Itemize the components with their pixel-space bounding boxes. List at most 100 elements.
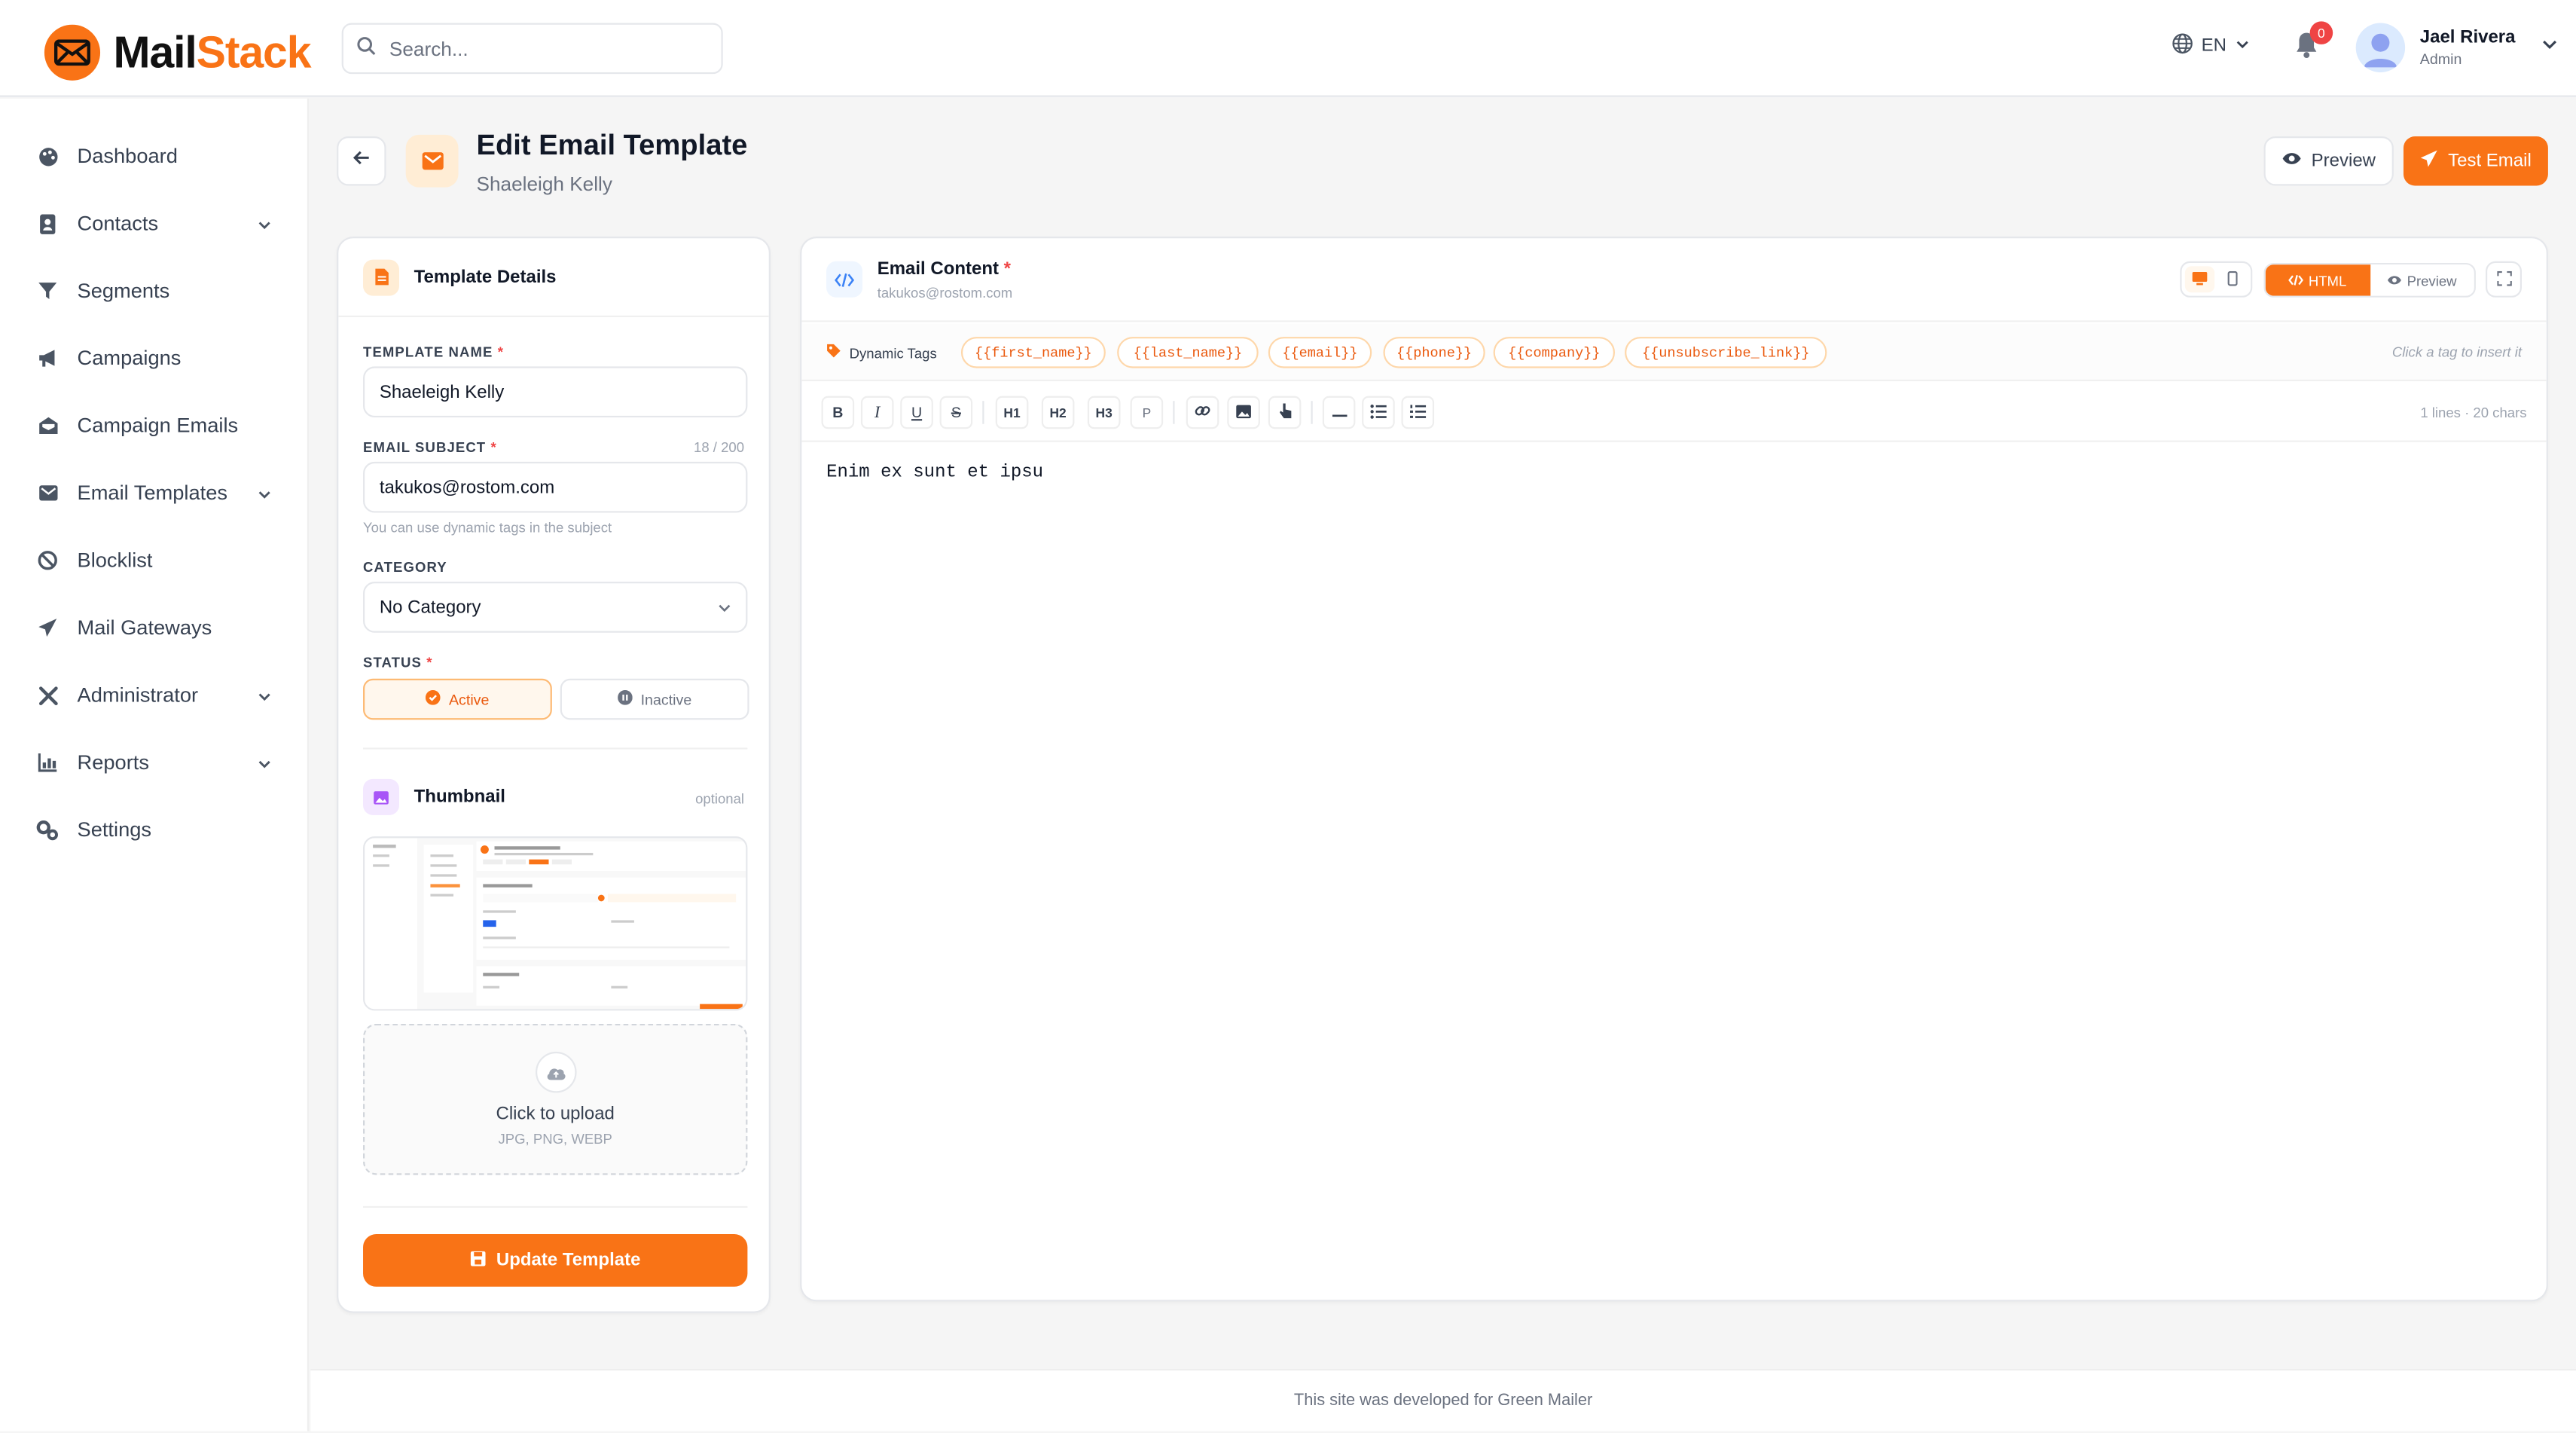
subject-hint: You can use dynamic tags in the subject — [363, 519, 612, 536]
list-ul-icon — [1370, 403, 1387, 421]
tag-phone[interactable]: {{phone}} — [1383, 337, 1485, 368]
preview-button[interactable]: Preview — [2263, 136, 2394, 186]
insert-button-button[interactable] — [1268, 396, 1302, 429]
sidebar-item-campaign-emails[interactable]: Campaign Emails — [36, 408, 282, 444]
italic-button[interactable]: I — [860, 396, 894, 429]
cloud-upload-icon — [536, 1051, 577, 1093]
language-selector[interactable]: EN — [2172, 33, 2251, 60]
filter-icon — [36, 280, 60, 303]
dynamic-tags-bar: Dynamic Tags {{first_name}} {{last_name}… — [801, 323, 2547, 382]
search-input[interactable] — [389, 37, 685, 60]
sidebar-item-contacts[interactable]: Contacts — [36, 206, 282, 242]
footer-text: This site was developed for Green Mailer — [1293, 1392, 1593, 1410]
brand-name: MailStack — [113, 26, 311, 77]
chevron-down-icon — [2540, 33, 2559, 63]
tag-email[interactable]: {{email}} — [1268, 337, 1372, 368]
sidebar-item-administrator[interactable]: Administrator — [36, 677, 282, 713]
sidebar-item-mail-gateways[interactable]: Mail Gateways — [36, 610, 282, 646]
code-icon — [826, 261, 863, 298]
page-title: Edit Email Template — [476, 128, 748, 161]
notifications-button[interactable]: 0 — [2294, 21, 2333, 64]
email-content-title: Email Content * — [877, 259, 1012, 280]
category-value: No Category — [379, 597, 481, 618]
preview-mode-button[interactable]: Preview — [2370, 264, 2474, 296]
image-icon — [363, 778, 400, 815]
globe-icon — [2172, 33, 2193, 60]
horizontal-rule-button[interactable] — [1322, 396, 1356, 429]
heading-3-button[interactable]: H3 — [1087, 396, 1121, 429]
heading-2-button[interactable]: H2 — [1041, 396, 1075, 429]
tag-icon — [826, 344, 841, 362]
sidebar-item-email-templates[interactable]: Email Templates — [36, 475, 282, 511]
bold-button[interactable]: B — [821, 396, 855, 429]
fullscreen-button[interactable] — [2486, 261, 2522, 298]
logo[interactable]: MailStack — [44, 23, 311, 83]
search-box[interactable] — [341, 23, 723, 75]
desktop-view-button[interactable] — [2184, 264, 2215, 294]
heading-1-button[interactable]: H1 — [995, 396, 1029, 429]
user-menu[interactable]: Jael Rivera Admin — [2355, 23, 2560, 72]
address-book-icon — [36, 212, 60, 235]
device-toggle — [2180, 261, 2253, 298]
eye-icon — [2387, 272, 2402, 289]
sidebar-item-reports[interactable]: Reports — [36, 744, 282, 781]
email-content-subtitle: takukos@rostom.com — [877, 284, 1013, 301]
image-icon — [1235, 403, 1252, 421]
tag-last-name[interactable]: {{last_name}} — [1117, 337, 1259, 368]
back-button[interactable] — [337, 136, 386, 186]
check-circle-icon — [426, 690, 441, 708]
html-editor-textarea[interactable]: Enim ex sunt et ipsu — [826, 463, 1043, 483]
email-subject-input[interactable]: takukos@rostom.com — [363, 461, 748, 513]
link-button[interactable] — [1186, 396, 1219, 429]
status-active-option[interactable]: Active — [363, 678, 552, 720]
sidebar-item-blocklist[interactable]: Blocklist — [36, 542, 282, 579]
megaphone-icon — [36, 347, 60, 370]
sidebar-item-label: Dashboard — [77, 144, 178, 168]
sidebar-item-campaigns[interactable]: Campaigns — [36, 340, 282, 376]
sidebar-item-label: Campaigns — [77, 347, 182, 370]
chevron-down-icon — [2235, 35, 2251, 57]
update-template-button[interactable]: Update Template — [363, 1234, 748, 1287]
envelope-open-icon — [36, 414, 60, 438]
sidebar-item-label: Contacts — [77, 212, 159, 235]
sidebar-item-segments[interactable]: Segments — [36, 273, 282, 309]
status-inactive-option[interactable]: Inactive — [560, 678, 749, 720]
user-role: Admin — [2419, 50, 2462, 68]
paragraph-button[interactable]: P — [1130, 396, 1164, 429]
bullet-list-button[interactable] — [1362, 396, 1395, 429]
desktop-icon — [2192, 264, 2208, 294]
template-details-header: Template Details — [338, 238, 769, 317]
sidebar-item-dashboard[interactable]: Dashboard — [36, 138, 282, 174]
tags-hint: Click a tag to insert it — [2391, 343, 2522, 360]
palette-icon — [36, 145, 60, 168]
insert-image-button[interactable] — [1227, 396, 1260, 429]
mobile-view-button[interactable] — [2217, 266, 2247, 292]
html-mode-button[interactable]: HTML — [2265, 264, 2370, 296]
sidebar-item-settings[interactable]: Settings — [36, 811, 282, 848]
category-select[interactable]: No Category — [363, 582, 748, 633]
link-icon — [1195, 402, 1211, 422]
template-header-icon — [405, 134, 459, 188]
chevron-down-icon — [716, 600, 733, 621]
test-email-button[interactable]: Test Email — [2403, 136, 2548, 186]
template-name-input[interactable]: Shaeleigh Kelly — [363, 366, 748, 417]
avatar — [2355, 23, 2406, 72]
strikethrough-button[interactable]: S — [939, 396, 973, 429]
template-name-label: TEMPLATE NAME * — [363, 343, 505, 360]
template-details-title: Template Details — [414, 267, 557, 287]
tag-first-name[interactable]: {{first_name}} — [960, 337, 1106, 368]
page-subtitle: Shaeleigh Kelly — [476, 173, 612, 196]
tag-company[interactable]: {{company}} — [1493, 337, 1616, 368]
thumbnail-upload-dropzone[interactable]: Click to upload JPG, PNG, WEBP — [363, 1023, 748, 1175]
footer: This site was developed for Green Mailer — [310, 1368, 2576, 1431]
tag-unsubscribe-link[interactable]: {{unsubscribe_link}} — [1625, 337, 1827, 368]
sidebar-item-label: Settings — [77, 818, 152, 842]
underline-button[interactable]: U — [900, 396, 933, 429]
ban-icon — [36, 548, 60, 572]
language-code: EN — [2201, 35, 2227, 57]
editor-stats: 1 lines · 20 chars — [2420, 404, 2527, 421]
sidebar-item-label: Blocklist — [77, 548, 153, 573]
save-icon — [470, 1250, 487, 1271]
numbered-list-button[interactable] — [1401, 396, 1435, 429]
mobile-icon — [2227, 264, 2238, 294]
